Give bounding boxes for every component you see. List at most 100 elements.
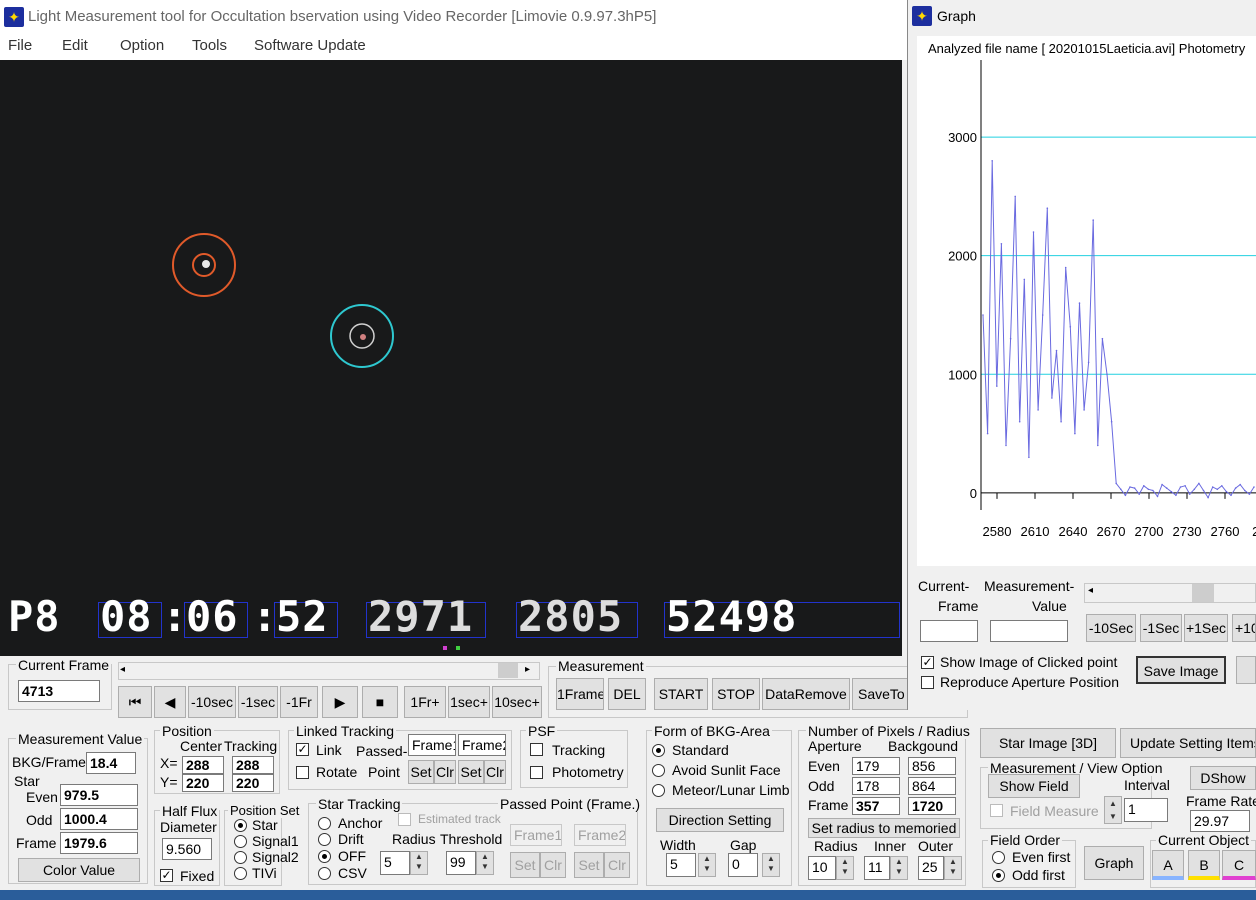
inner-field[interactable]: 11 (864, 856, 890, 880)
track-radius-field[interactable]: 5 (380, 851, 410, 875)
prev-button[interactable]: ◀ (154, 686, 186, 718)
gap-field[interactable]: 0 (728, 853, 758, 877)
st-clr2-button[interactable]: Clr (604, 852, 630, 878)
st-clr1-button[interactable]: Clr (540, 852, 566, 878)
linked-clr2-button[interactable]: Clr (484, 760, 506, 784)
set-radius-button[interactable]: Set radius to memoried (808, 818, 960, 838)
current-frame-field[interactable]: 4713 (18, 680, 100, 702)
track-radius-spinner[interactable]: ▲ ▼ (410, 851, 428, 875)
frame-value-field[interactable]: 1979.6 (60, 832, 138, 854)
psf-photometry-checkbox[interactable] (530, 766, 543, 779)
even-background-field[interactable]: 856 (908, 757, 956, 775)
graph-mvalue-field[interactable] (990, 620, 1068, 642)
anchor-radio[interactable] (318, 817, 331, 830)
linked-set2-button[interactable]: Set (458, 760, 484, 784)
minus-10sec-button[interactable]: -10sec (188, 686, 236, 718)
minus-1fr-button[interactable]: -1Fr (280, 686, 318, 718)
graph-scroll-left-icon[interactable]: ◂ (1088, 585, 1093, 596)
graph-minus-10sec-button[interactable]: -10Sec (1086, 614, 1136, 642)
minus-1sec-button[interactable]: -1sec (238, 686, 278, 718)
color-value-button[interactable]: Color Value (18, 858, 140, 882)
y-center-field[interactable]: 220 (182, 774, 224, 792)
video-frame[interactable] (0, 60, 902, 656)
width-field[interactable]: 5 (666, 853, 696, 877)
meteor-lunar-radio[interactable] (652, 784, 665, 797)
menu-software-update[interactable]: Software Update (254, 37, 366, 54)
linked-clr1-button[interactable]: Clr (434, 760, 456, 784)
standard-radio[interactable] (652, 744, 665, 757)
x-center-field[interactable]: 288 (182, 756, 224, 774)
st-frame1-field[interactable]: Frame1 (510, 824, 562, 846)
object-b-button[interactable]: B (1188, 850, 1220, 880)
direction-setting-button[interactable]: Direction Setting (656, 808, 784, 832)
star-image-3d-button[interactable]: Star Image [3D] (980, 728, 1116, 758)
menu-edit[interactable]: Edit (62, 37, 88, 54)
photometry-chart[interactable]: 0 1000 2000 3000 2580 2610 2640 2670 2700 2730 276… (917, 36, 1256, 566)
seek-thumb[interactable] (498, 663, 518, 678)
graph-scroll-thumb[interactable] (1192, 584, 1214, 602)
even-aperture-field[interactable]: 179 (852, 757, 900, 775)
outer-spinner[interactable]: ▲ ▼ (944, 856, 962, 880)
graph-scrollbar[interactable] (1084, 583, 1256, 603)
save-to-button[interactable]: SaveTo (852, 678, 910, 710)
plus-1fr-button[interactable]: 1Fr+ (404, 686, 446, 718)
seek-slider[interactable] (118, 662, 540, 680)
even-value-field[interactable]: 979.5 (60, 784, 138, 806)
plus-10sec-button[interactable]: 10sec+ (492, 686, 542, 718)
one-frame-button[interactable]: 1Frame (556, 678, 604, 710)
dshow-button[interactable]: DShow (1190, 766, 1256, 790)
avoid-sunlit-radio[interactable] (652, 764, 665, 777)
graph-button[interactable]: Graph (1084, 846, 1144, 880)
outer-field[interactable]: 25 (918, 856, 944, 880)
tivi-radio[interactable] (234, 867, 247, 880)
reproduce-aperture-checkbox[interactable] (921, 676, 934, 689)
interval-field[interactable]: 1 (1124, 798, 1168, 822)
width-spinner[interactable]: ▲ ▼ (698, 853, 716, 877)
radius-field[interactable]: 10 (808, 856, 836, 880)
frame-aperture-field[interactable]: 357 (852, 797, 900, 815)
st-set2-button[interactable]: Set (574, 852, 604, 878)
play-button[interactable]: ▶ (322, 686, 358, 718)
odd-aperture-field[interactable]: 178 (852, 777, 900, 795)
bkg-frame-field[interactable]: 18.4 (86, 752, 136, 774)
rotate-checkbox[interactable] (296, 766, 309, 779)
object-c-button[interactable]: C (1222, 850, 1256, 880)
object-a-button[interactable]: A (1152, 850, 1184, 880)
st-set1-button[interactable]: Set (510, 852, 540, 878)
linked-set1-button[interactable]: Set (408, 760, 434, 784)
graph-plus-10sec-button[interactable]: +10 (1232, 614, 1256, 642)
link-checkbox[interactable]: ✓ (296, 743, 309, 756)
data-remove-button[interactable]: DataRemove (762, 678, 850, 710)
seek-left-arrow-icon[interactable]: ◂ (120, 664, 125, 675)
menu-option[interactable]: Option (120, 37, 164, 54)
graph-plus-1sec-button[interactable]: +1Sec (1184, 614, 1228, 642)
inner-spinner[interactable]: ▲ ▼ (890, 856, 908, 880)
stop-button[interactable]: STOP (712, 678, 760, 710)
menu-file[interactable]: File (8, 37, 32, 54)
frame-background-field[interactable]: 1720 (908, 797, 956, 815)
field-measure-checkbox[interactable] (990, 804, 1003, 817)
psf-tracking-checkbox[interactable] (530, 743, 543, 756)
show-image-checkbox[interactable]: ✓ (921, 656, 934, 669)
estimated-track-checkbox[interactable] (398, 813, 411, 826)
linked-frame1-field[interactable]: Frame1 (408, 734, 456, 756)
first-frame-button[interactable]: ⏮ (118, 686, 152, 718)
save-image-button[interactable]: Save Image (1136, 656, 1226, 684)
off-radio[interactable] (318, 850, 331, 863)
linked-frame2-field[interactable]: Frame2 (458, 734, 506, 756)
threshold-field[interactable]: 99 (446, 851, 476, 875)
odd-first-radio[interactable] (992, 869, 1005, 882)
radius-spinner[interactable]: ▲ ▼ (836, 856, 854, 880)
menu-tools[interactable]: Tools (192, 37, 227, 54)
gap-spinner[interactable]: ▲ ▼ (762, 853, 780, 877)
signal1-radio[interactable] (234, 835, 247, 848)
csv-radio[interactable] (318, 867, 331, 880)
st-frame2-field[interactable]: Frame2 (574, 824, 626, 846)
graph-extra-button[interactable] (1236, 656, 1256, 684)
fixed-checkbox[interactable]: ✓ (160, 869, 173, 882)
stop-playback-button[interactable]: ■ (362, 686, 398, 718)
odd-value-field[interactable]: 1000.4 (60, 808, 138, 830)
frame-rate-field[interactable]: 29.97 (1190, 810, 1250, 832)
seek-right-arrow-icon[interactable]: ▸ (525, 664, 530, 675)
update-setting-button[interactable]: Update Setting Items (1120, 728, 1256, 758)
